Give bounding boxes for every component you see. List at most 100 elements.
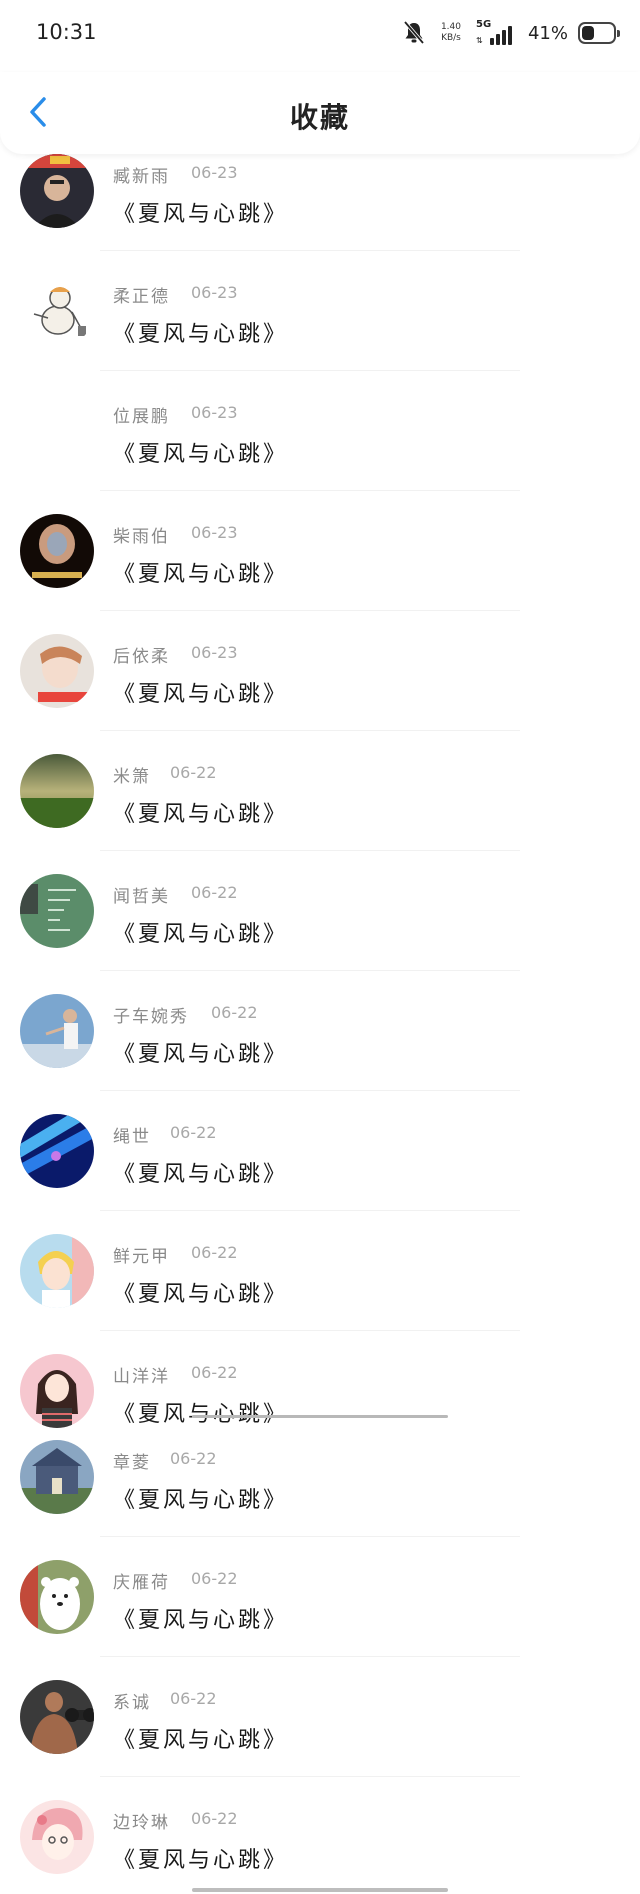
avatar[interactable]: [20, 394, 94, 468]
item-date: 06-22: [191, 1363, 238, 1382]
divider: [100, 730, 520, 731]
item-title[interactable]: 《夏风与心跳》: [113, 1602, 288, 1634]
divider: [100, 970, 520, 971]
signal-bar: [495, 34, 500, 45]
item-name: 山洋洋: [113, 1367, 170, 1387]
item-date: 06-22: [211, 1003, 258, 1022]
item-title[interactable]: 《夏风与心跳》: [113, 1396, 288, 1428]
avatar[interactable]: [20, 1234, 94, 1308]
nav-bar: 收藏: [0, 72, 640, 154]
item-name: 庆雁荷: [113, 1573, 170, 1593]
item-title[interactable]: 《夏风与心跳》: [113, 316, 288, 348]
item-name: 子车婉秀: [113, 1007, 189, 1027]
item-date: 06-22: [170, 1449, 217, 1468]
item-date: 06-22: [170, 1123, 217, 1142]
list-item[interactable]: 闻哲美 06-22 《夏风与心跳》: [0, 874, 640, 994]
avatar[interactable]: [20, 274, 94, 348]
item-title[interactable]: 《夏风与心跳》: [113, 436, 288, 468]
divider: [100, 1536, 520, 1537]
item-title[interactable]: 《夏风与心跳》: [113, 1722, 288, 1754]
list-item[interactable]: 章菱 06-22 《夏风与心跳》: [0, 1440, 640, 1560]
avatar[interactable]: [20, 1114, 94, 1188]
list-item[interactable]: 后依柔 06-23 《夏风与心跳》: [0, 634, 640, 754]
item-name: 鲜元甲: [113, 1247, 170, 1267]
item-date: 06-23: [191, 643, 238, 662]
item-title[interactable]: 《夏风与心跳》: [113, 1482, 288, 1514]
item-name: 边玲琳: [113, 1813, 170, 1833]
item-date: 06-22: [191, 1569, 238, 1588]
divider: [100, 490, 520, 491]
avatar[interactable]: [20, 634, 94, 708]
home-indicator[interactable]: [192, 1888, 448, 1892]
item-name: 位展鹏: [113, 407, 170, 427]
bell-off-icon: [402, 20, 426, 46]
list-item[interactable]: 臧新雨 06-23 《夏风与心跳》: [0, 154, 640, 274]
list-item[interactable]: 柴雨伯 06-23 《夏风与心跳》: [0, 514, 640, 634]
avatar[interactable]: [20, 994, 94, 1068]
item-title[interactable]: 《夏风与心跳》: [113, 796, 288, 828]
network-speed-value: 1.40: [440, 22, 461, 32]
list-item[interactable]: 子车婉秀 06-22 《夏风与心跳》: [0, 994, 640, 1114]
network-speed: 1.40 KB/s: [436, 22, 466, 44]
item-date: 06-22: [191, 1809, 238, 1828]
item-title[interactable]: 《夏风与心跳》: [113, 196, 288, 228]
avatar[interactable]: [20, 1560, 94, 1634]
item-date: 06-22: [191, 883, 238, 902]
page-title: 收藏: [289, 101, 350, 134]
avatar[interactable]: [20, 1680, 94, 1754]
avatar[interactable]: [20, 514, 94, 588]
avatar[interactable]: [20, 1354, 94, 1428]
list-item[interactable]: 边玲琳 06-22 《夏风与心跳》: [0, 1800, 640, 1894]
item-title[interactable]: 《夏风与心跳》: [113, 1036, 288, 1068]
divider: [100, 1090, 520, 1091]
item-title[interactable]: 《夏风与心跳》: [113, 916, 288, 948]
scroll-indicator[interactable]: [192, 1415, 448, 1418]
status-time: 10:31: [36, 20, 97, 44]
item-name: 绳世: [113, 1127, 151, 1147]
item-title[interactable]: 《夏风与心跳》: [113, 1842, 288, 1874]
item-date: 06-23: [191, 283, 238, 302]
divider: [100, 1210, 520, 1211]
item-date: 06-22: [191, 1243, 238, 1262]
divider: [100, 370, 520, 371]
signal-bar: [489, 38, 494, 45]
item-title[interactable]: 《夏风与心跳》: [113, 676, 288, 708]
item-title[interactable]: 《夏风与心跳》: [113, 556, 288, 588]
list-item[interactable]: 鲜元甲 06-22 《夏风与心跳》: [0, 1234, 640, 1354]
item-name: 柔正德: [113, 287, 170, 307]
list-item[interactable]: 位展鹏 06-23 《夏风与心跳》: [0, 394, 640, 514]
signal-icon: 5G ⇅: [475, 19, 518, 45]
item-name: 章菱: [113, 1453, 151, 1473]
divider: [100, 610, 520, 611]
avatar[interactable]: [20, 1440, 94, 1514]
item-name: 柴雨伯: [113, 527, 170, 547]
item-date: 06-23: [191, 403, 238, 422]
signal-bar: [507, 26, 512, 45]
item-name: 系诚: [113, 1693, 151, 1713]
network-speed-unit: KB/s: [441, 33, 461, 43]
list-item[interactable]: 米箫 06-22 《夏风与心跳》: [0, 754, 640, 874]
battery-percent: 41%: [527, 22, 568, 44]
item-name: 米箫: [113, 767, 151, 787]
item-name: 臧新雨: [113, 167, 170, 187]
divider: [100, 1330, 520, 1331]
item-date: 06-23: [191, 523, 238, 542]
data-arrows-icon: ⇅: [475, 36, 483, 45]
list-item[interactable]: 绳世 06-22 《夏风与心跳》: [0, 1114, 640, 1234]
status-bar: 10:31 1.40 KB/s 5G ⇅ 41%: [0, 0, 640, 72]
divider: [100, 1656, 520, 1657]
item-name: 后依柔: [113, 647, 170, 667]
item-title[interactable]: 《夏风与心跳》: [113, 1156, 288, 1188]
item-title[interactable]: 《夏风与心跳》: [113, 1276, 288, 1308]
list-item[interactable]: 庆雁荷 06-22 《夏风与心跳》: [0, 1560, 640, 1680]
list-item[interactable]: 系诚 06-22 《夏风与心跳》: [0, 1680, 640, 1800]
avatar[interactable]: [20, 154, 94, 228]
divider: [100, 250, 520, 251]
divider: [100, 1776, 520, 1777]
list-item[interactable]: 柔正德 06-23 《夏风与心跳》: [0, 274, 640, 394]
avatar[interactable]: [20, 754, 94, 828]
status-indicators: 1.40 KB/s 5G ⇅ 41%: [402, 18, 620, 48]
avatar[interactable]: [20, 1800, 94, 1874]
signal-bar: [501, 30, 506, 45]
avatar[interactable]: [20, 874, 94, 948]
